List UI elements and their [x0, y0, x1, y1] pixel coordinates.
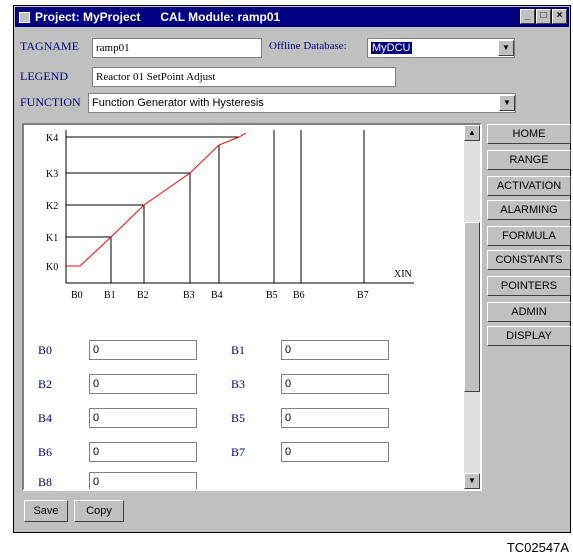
b7-input[interactable]: 0: [281, 442, 389, 462]
nav-admin-button[interactable]: ADMIN: [487, 302, 571, 322]
b4-label: B4: [38, 411, 53, 425]
x-label-b2: B2: [137, 290, 149, 301]
save-button[interactable]: Save: [24, 500, 68, 522]
b8-input[interactable]: 0: [89, 472, 197, 489]
b5-input[interactable]: 0: [281, 408, 389, 428]
scrollbar-thumb[interactable]: [464, 222, 480, 392]
nav-constants-button[interactable]: CONSTANTS: [487, 250, 571, 270]
legend-input[interactable]: Reactor 01 SetPoint Adjust: [92, 67, 396, 87]
offline-database-value: MyDCU: [371, 42, 412, 54]
tagname-label: TAGNAME: [20, 39, 80, 53]
b2-input[interactable]: 0: [89, 374, 197, 394]
nav-alarming-button[interactable]: ALARMING: [487, 200, 571, 220]
b1-input[interactable]: 0: [281, 340, 389, 360]
b4-input[interactable]: 0: [89, 408, 197, 428]
scroll-down-icon[interactable]: ▼: [464, 473, 480, 489]
x-label-b1: B1: [104, 290, 116, 301]
nav-display-button[interactable]: DISPLAY: [487, 326, 571, 346]
b1-label: B1: [231, 343, 246, 357]
b5-label: B5: [231, 411, 246, 425]
y-label-k3: K3: [46, 169, 58, 180]
y-label-k0: K0: [46, 262, 58, 273]
offline-database-label: Offline Database:: [269, 40, 347, 52]
b8-label: B8: [38, 475, 53, 489]
x-label-b0: B0: [71, 290, 83, 301]
y-label-k4: K4: [46, 133, 58, 144]
axis-label-xin: XIN: [394, 269, 412, 280]
x-label-b3: B3: [183, 290, 195, 301]
offline-database-select[interactable]: MyDCU: [367, 38, 515, 58]
x-label-b6: B6: [293, 290, 305, 301]
nav-activation-button[interactable]: ACTIVATION: [487, 176, 571, 196]
b7-label: B7: [231, 445, 246, 459]
b3-label: B3: [231, 377, 246, 391]
vertical-scrollbar[interactable]: ▲ ▼: [464, 125, 480, 489]
nav-formula-button[interactable]: FORMULA: [487, 226, 571, 246]
app-icon: [19, 11, 30, 23]
y-label-k2: K2: [46, 201, 58, 212]
b2-label: B2: [38, 377, 53, 391]
nav-range-button[interactable]: RANGE: [487, 150, 571, 170]
x-label-b5: B5: [266, 290, 278, 301]
chevron-down-icon[interactable]: ▼: [498, 40, 514, 56]
tagname-input[interactable]: ramp01: [92, 38, 262, 58]
x-label-b4: B4: [211, 290, 223, 301]
function-select[interactable]: Function Generator with Hysteresis: [88, 93, 516, 113]
b3-input[interactable]: 0: [281, 374, 389, 394]
restore-icon[interactable]: □: [536, 9, 551, 24]
function-label: FUNCTION: [20, 95, 81, 109]
title-bar[interactable]: Project: MyProject CAL Module: ramp01 _ …: [15, 7, 569, 27]
y-label-k1: K1: [46, 233, 58, 244]
b0-input[interactable]: 0: [89, 340, 197, 360]
figure-caption: TC02547A: [506, 540, 569, 555]
nav-home-button[interactable]: HOME: [487, 124, 571, 144]
b0-label: B0: [38, 343, 53, 357]
function-graph: K4 K3 K2 K1 K0 XIN B0 B1 B2 B3 B4 B5 B6 …: [46, 130, 414, 301]
nav-pointers-button[interactable]: POINTERS: [487, 276, 571, 296]
x-label-b7: B7: [357, 290, 369, 301]
chevron-down-icon[interactable]: ▼: [499, 95, 515, 111]
parameters-panel: K4 K3 K2 K1 K0 XIN B0 B1 B2 B3 B4 B5 B6 …: [22, 123, 482, 491]
minimize-icon[interactable]: _: [520, 9, 535, 24]
copy-button[interactable]: Copy: [74, 500, 124, 522]
cal-module-window: Project: MyProject CAL Module: ramp01 _ …: [13, 5, 571, 533]
legend-label: LEGEND: [20, 69, 68, 83]
b6-label: B6: [38, 445, 53, 459]
scroll-up-icon[interactable]: ▲: [464, 125, 480, 141]
b6-input[interactable]: 0: [89, 442, 197, 462]
close-icon[interactable]: ×: [552, 9, 567, 24]
window-title: Project: MyProject CAL Module: ramp01: [35, 10, 281, 24]
